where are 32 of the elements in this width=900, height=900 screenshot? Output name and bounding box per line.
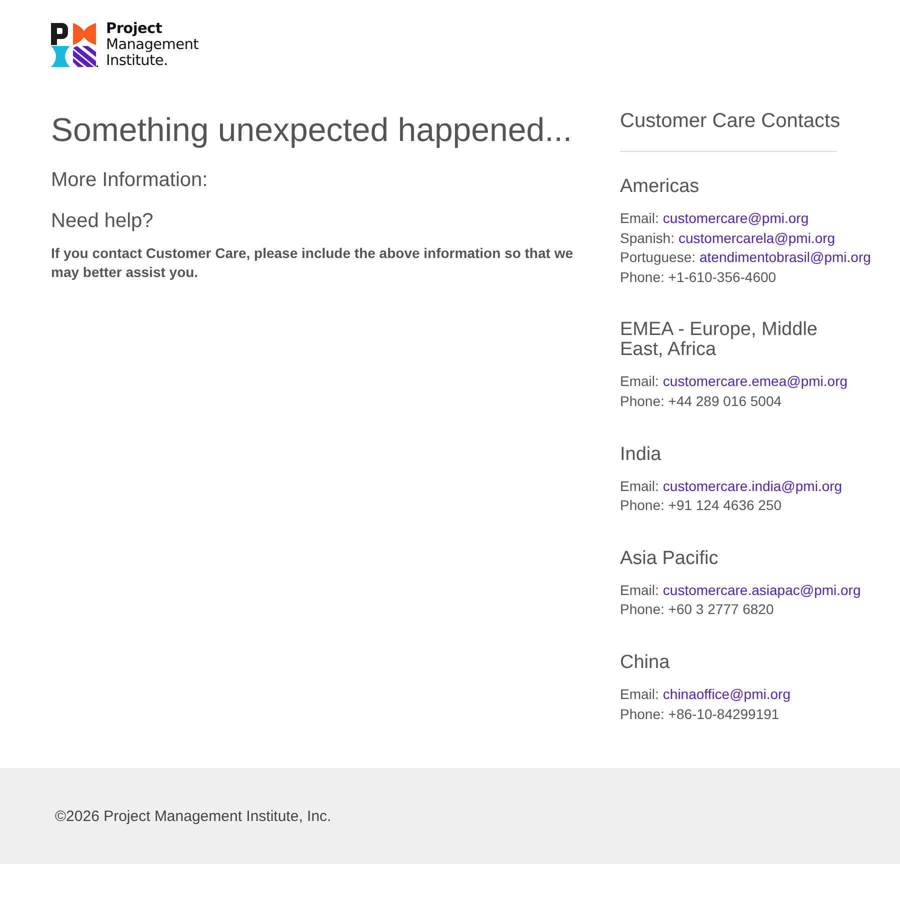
email-label: Email: bbox=[620, 478, 659, 494]
contacts-heading: Customer Care Contacts bbox=[620, 110, 842, 132]
phone-text: Phone: +91 124 4636 250 bbox=[620, 497, 782, 514]
help-heading: Need help? bbox=[51, 210, 154, 232]
email-label: Email: bbox=[620, 373, 659, 390]
logo-wordmark: Project Management Institute. bbox=[106, 21, 199, 69]
help-text: If you contact Customer Care, please include the above information so that we may better assist you. bbox=[51, 244, 574, 282]
email-link[interactable]: customercare@pmi.org bbox=[662, 210, 809, 226]
copyright-text: ©2026 Project Management Institute, Inc. bbox=[55, 808, 332, 825]
phone-text: Phone: +44 289 016 5004 bbox=[620, 392, 782, 409]
email-label: Spanish: bbox=[620, 230, 674, 246]
phone-text: Phone: +60 3 2777 6820 bbox=[620, 601, 774, 618]
email-link[interactable]: customercare.india@pmi.org bbox=[662, 478, 842, 494]
email-link[interactable]: chinaoffice@pmi.org bbox=[662, 686, 790, 702]
more-information-heading: More Information: bbox=[51, 169, 209, 191]
phone-text: Phone: +86-10-84299191 bbox=[620, 706, 780, 722]
email-label: Portuguese: bbox=[620, 249, 696, 266]
email-link[interactable]: customercarela@pmi.org bbox=[678, 230, 836, 246]
email-link[interactable]: atendimentobrasil@pmi.org bbox=[700, 249, 871, 266]
phone-text: Phone: +1-610-356-4600 bbox=[620, 268, 776, 285]
email-label: Email: bbox=[620, 210, 659, 226]
region-heading: China bbox=[620, 652, 671, 673]
region-heading: EMEA - Europe, Middle East, Africa bbox=[620, 320, 818, 360]
region-heading: Americas bbox=[620, 177, 700, 197]
email-label: Email: bbox=[620, 582, 659, 598]
email-label: Email: bbox=[620, 686, 659, 702]
page-title: Something unexpected happened... bbox=[51, 110, 574, 150]
email-link[interactable]: customercare.emea@pmi.org bbox=[662, 373, 848, 390]
logo-icon bbox=[51, 22, 98, 68]
region-heading: Asia Pacific bbox=[620, 548, 720, 569]
email-link[interactable]: customercare.asiapac@pmi.org bbox=[662, 582, 861, 598]
region-heading: India bbox=[620, 444, 662, 465]
